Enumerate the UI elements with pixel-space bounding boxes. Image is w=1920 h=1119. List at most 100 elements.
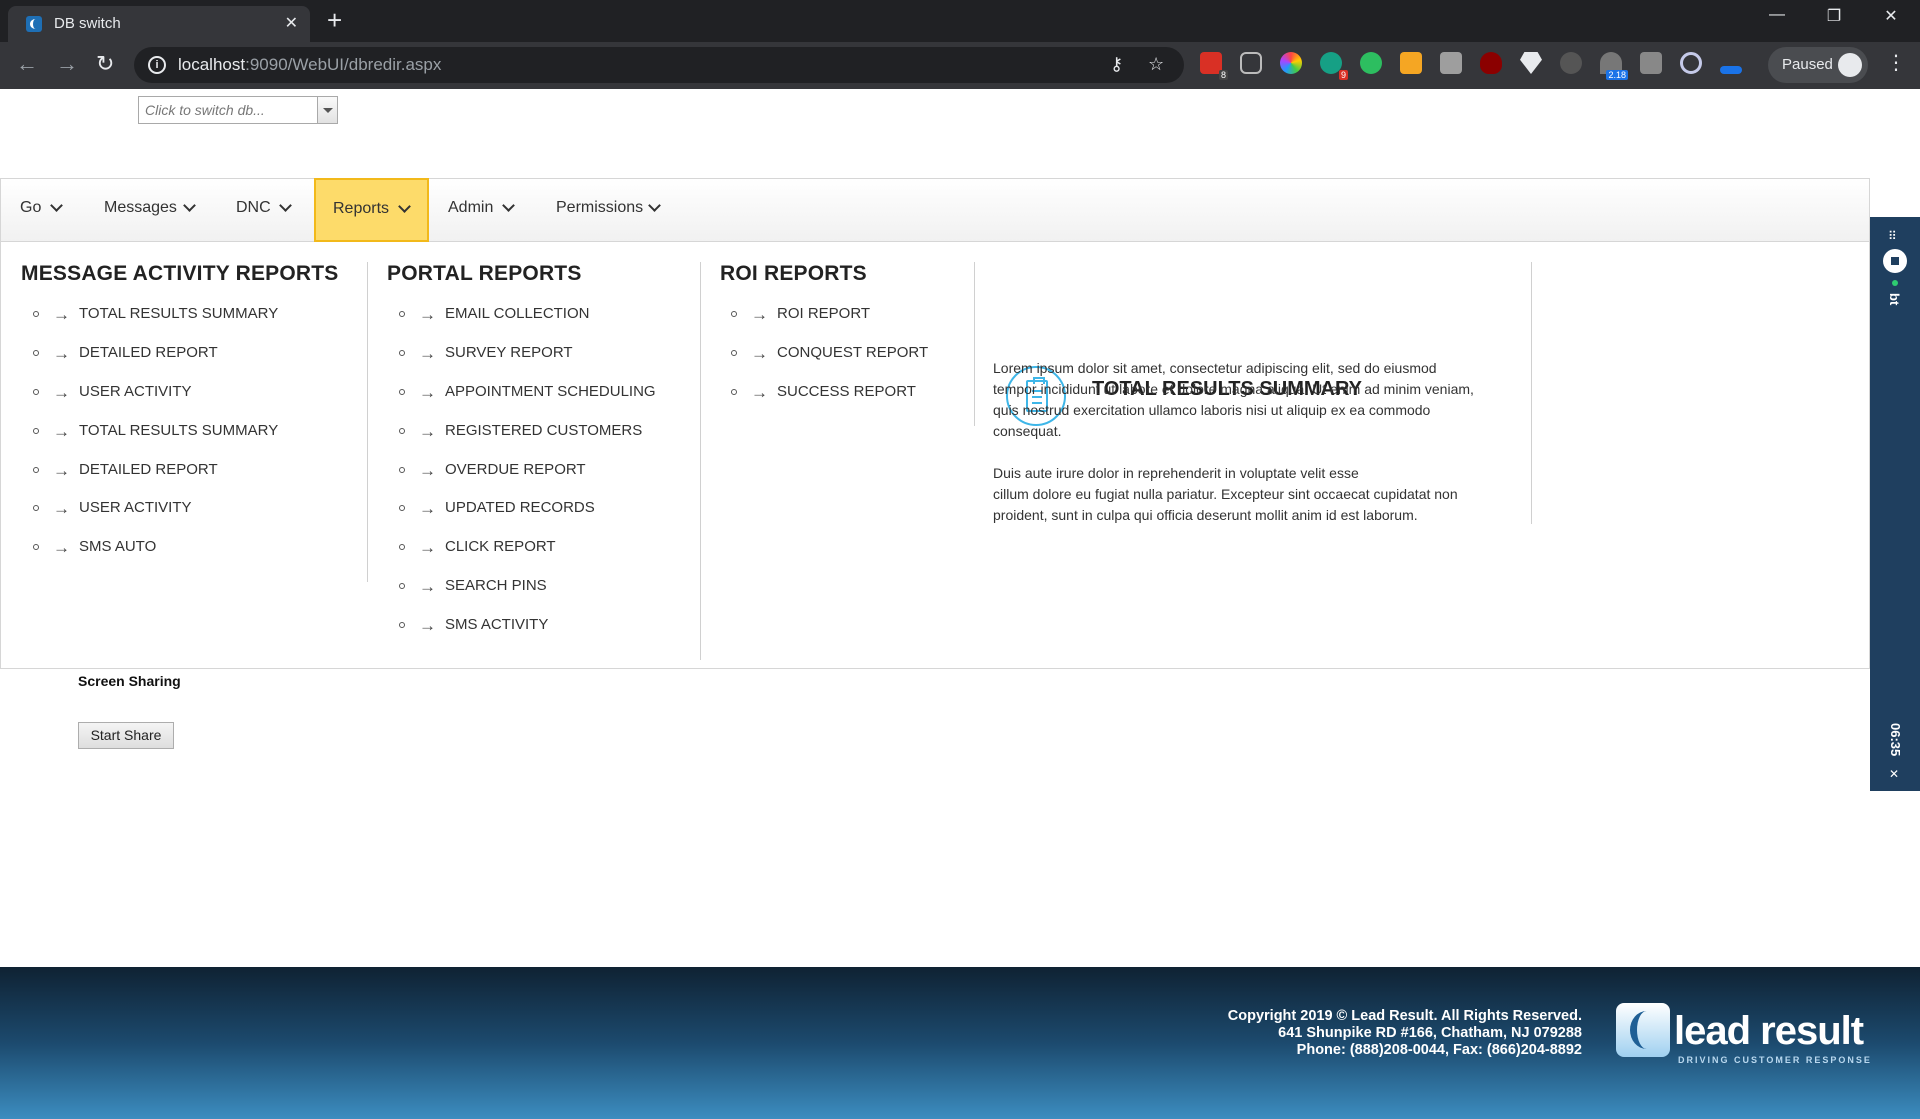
nav-item-messages[interactable]: Messages — [85, 179, 205, 241]
arrow-right-icon: → — [419, 499, 436, 518]
db-switch-select[interactable]: Click to switch db... — [138, 96, 338, 124]
nav-item-dnc[interactable]: DNC — [217, 179, 307, 241]
arrow-right-icon: → — [419, 616, 436, 635]
nav-label-go: Go — [20, 199, 42, 216]
restore-icon[interactable]: ❐ — [1824, 6, 1844, 26]
new-tab-button[interactable]: + — [327, 6, 342, 34]
arrow-right-icon: → — [53, 305, 70, 324]
forward-icon[interactable]: → — [56, 52, 78, 76]
copyright-text: Copyright 2019 © Lead Result. All Rights… — [1227, 1008, 1582, 1024]
diamond-icon[interactable] — [1520, 52, 1542, 74]
recording-status-dot — [1892, 280, 1898, 286]
arrow-right-icon: → — [419, 344, 436, 363]
extension-icon-blue[interactable] — [1720, 66, 1742, 74]
arrow-right-icon: → — [419, 422, 436, 441]
tab-title: DB switch — [54, 15, 121, 32]
recording-timer: 06:35 — [1888, 723, 1903, 757]
key-icon[interactable]: ⚷ — [1110, 54, 1123, 75]
summary-paragraph-1: Lorem ipsum dolor sit amet, consectetur … — [993, 360, 1474, 439]
extension-icon-k[interactable] — [1400, 52, 1422, 74]
nav-label-reports: Reports — [333, 200, 390, 217]
arrow-right-icon: → — [419, 461, 436, 480]
column-title: PORTAL REPORTS — [387, 262, 582, 285]
browser-toolbar: ← → ↻ i localhost:9090/WebUI/dbredir.asp… — [0, 42, 1920, 89]
reports-mega-menu: MESSAGE ACTIVITY REPORTS PORTAL REPORTS … — [0, 242, 1870, 669]
drag-handle-icon[interactable]: ⠿ — [1888, 229, 1897, 243]
chevron-down-icon — [648, 199, 661, 212]
star-icon[interactable]: ☆ — [1148, 54, 1164, 75]
main-navbar: Go Messages DNC Reports Admin Permission… — [0, 178, 1870, 242]
nav-item-permissions[interactable]: Permissions — [537, 179, 667, 241]
start-share-button[interactable]: Start Share — [78, 722, 174, 749]
arrow-right-icon: → — [53, 422, 70, 441]
arrow-right-icon: → — [53, 538, 70, 557]
back-icon[interactable]: ← — [16, 52, 38, 76]
address-bar[interactable]: i localhost:9090/WebUI/dbredir.aspx ⚷ ☆ — [134, 47, 1184, 83]
ublock-icon[interactable] — [1480, 52, 1502, 74]
chevron-down-icon — [50, 199, 63, 212]
nav-item-reports[interactable]: Reports — [314, 178, 429, 242]
extension-icon-r[interactable] — [1440, 52, 1462, 74]
close-window-icon[interactable]: ✕ — [1881, 6, 1901, 26]
arrow-right-icon: → — [751, 344, 768, 363]
nav-label-messages: Messages — [104, 199, 177, 216]
column-title: ROI REPORTS — [720, 262, 867, 285]
chevron-down-icon — [183, 199, 196, 212]
portal-reports-column: PORTAL REPORTS — [387, 262, 582, 286]
browser-tab[interactable]: DB switch ✕ — [8, 6, 310, 42]
reload-icon[interactable]: ↻ — [96, 52, 114, 76]
paused-label: Paused — [1782, 56, 1833, 73]
arrow-right-icon: → — [751, 305, 768, 324]
lead-result-logo-icon — [1616, 1003, 1670, 1057]
roi-reports-column: ROI REPORTS — [720, 262, 867, 286]
column-title: MESSAGE ACTIVITY REPORTS — [21, 262, 339, 285]
tab-close-icon[interactable]: ✕ — [285, 13, 298, 33]
column-divider — [974, 262, 975, 426]
column-divider — [367, 262, 368, 582]
db-switch-placeholder: Click to switch db... — [145, 102, 265, 118]
arrow-right-icon: → — [419, 538, 436, 557]
summary-paragraph-2: Duis aute irure dolor in reprehenderit i… — [993, 465, 1458, 523]
profile-button[interactable]: Paused — [1768, 47, 1868, 83]
arrow-right-icon: → — [419, 383, 436, 402]
address-text: 641 Shunpike RD #166, Chatham, NJ 079288 — [1278, 1025, 1582, 1041]
message-activity-column: MESSAGE ACTIVITY REPORTS — [21, 262, 339, 286]
nav-label-admin: Admin — [448, 199, 494, 216]
nav-item-go[interactable]: Go — [1, 179, 81, 241]
block-icon[interactable] — [1680, 52, 1702, 74]
extension-icon-1[interactable]: 8 — [1200, 52, 1228, 80]
extension-icon-gray[interactable] — [1640, 52, 1662, 74]
pocket-icon[interactable] — [1240, 52, 1262, 74]
stop-icon[interactable] — [1883, 249, 1907, 273]
recording-widget: ⠿ bt 06:35 ✕ — [1870, 217, 1920, 791]
nav-label-permissions: Permissions — [556, 199, 644, 216]
column-divider — [700, 262, 701, 660]
minimize-icon[interactable]: — — [1767, 6, 1787, 24]
logo-text: lead result — [1674, 1009, 1864, 1053]
nav-label-dnc: DNC — [236, 199, 271, 216]
color-picker-icon[interactable] — [1280, 52, 1302, 74]
chevron-down-icon — [398, 200, 411, 213]
browser-titlebar: DB switch ✕ + — ❐ ✕ — [0, 0, 1920, 42]
extension-icon-a[interactable]: 9 — [1320, 52, 1348, 80]
info-icon[interactable]: i — [148, 56, 166, 74]
chevron-down-icon — [279, 199, 292, 212]
nav-item-admin[interactable]: Admin — [429, 179, 529, 241]
url-text: localhost:9090/WebUI/dbredir.aspx — [178, 55, 442, 74]
evernote-icon[interactable] — [1360, 52, 1382, 74]
arrow-right-icon: → — [419, 305, 436, 324]
arrow-right-icon: → — [53, 344, 70, 363]
column-divider — [1531, 262, 1532, 524]
extension-icon-speed[interactable]: 2.18 — [1600, 52, 1628, 80]
tab-favicon-icon — [26, 16, 42, 32]
owl-icon[interactable] — [1560, 52, 1582, 74]
page-content: Click to switch db... Go Messages DNC Re… — [0, 89, 1920, 1119]
more-menu-icon[interactable]: ⋮ — [1886, 50, 1906, 75]
avatar — [1838, 53, 1862, 77]
page-footer: Copyright 2019 © Lead Result. All Rights… — [0, 967, 1920, 1119]
logo-tagline: DRIVING CUSTOMER RESPONSE — [1678, 1055, 1872, 1065]
close-icon[interactable]: ✕ — [1889, 767, 1899, 781]
dropdown-arrow-icon[interactable] — [317, 97, 337, 123]
arrow-right-icon: → — [53, 499, 70, 518]
screen-sharing-title: Screen Sharing — [78, 673, 181, 689]
